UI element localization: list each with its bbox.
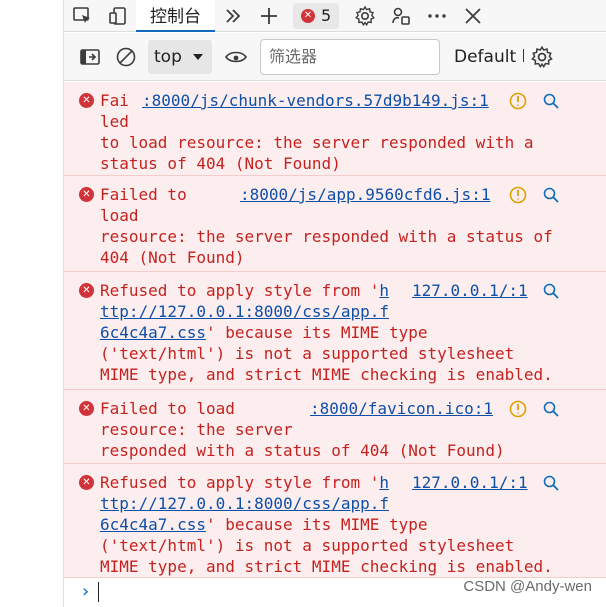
console-error-message: ✕ Refused to apply style from 'h ttp://1… [64,272,606,390]
css-url-link[interactable]: 6c4c4a7.css [100,323,206,342]
error-icon: ✕ [79,187,94,202]
message-text: resource: the server responded with a st… [100,227,553,246]
error-icon: ✕ [79,93,94,108]
search-icon[interactable] [541,473,561,493]
warning-icon[interactable] [508,185,528,205]
console-error-message: ✕ Fai led to load resource: the server r… [64,82,606,176]
message-text: Fai [100,91,129,110]
message-text: Failed to load [100,399,235,418]
message-text: ' because its MIME type [205,323,428,342]
devtools-tabbar: 控制台 ✕ 5 [64,0,606,32]
message-text: ('text/html') is not a supported stylesh… [100,344,515,363]
customize-icon[interactable] [383,0,419,32]
message-text: responded with a status of 404 (Not Foun… [100,441,505,460]
css-url-link[interactable]: h [379,473,389,492]
search-icon[interactable] [541,399,561,419]
more-tabs-icon[interactable] [215,0,251,32]
message-text: MIME type, and strict MIME checking is e… [100,365,553,384]
message-text: Refused to apply style from ' [100,473,380,492]
error-icon: ✕ [79,475,94,490]
console-toolbar: top Default l [64,33,606,81]
message-text: Failed to [100,185,187,204]
message-text: Refused to apply style from ' [100,281,380,300]
inspect-icon[interactable] [64,0,100,32]
error-count-badge[interactable]: ✕ 5 [293,2,340,29]
source-link[interactable]: 127.0.0.1/:1 [412,472,528,493]
search-icon[interactable] [541,91,561,111]
settings-icon[interactable] [347,0,383,32]
warning-icon[interactable] [508,91,528,111]
error-icon: ✕ [79,401,94,416]
console-settings-icon[interactable] [524,41,560,73]
warning-icon[interactable] [508,399,528,419]
text-caret [98,582,99,602]
close-icon[interactable] [455,0,491,32]
message-text: resource: the server [100,420,293,439]
chevron-down-icon [192,47,204,67]
filter-input[interactable] [260,38,440,75]
message-text: MIME type, and strict MIME checking is e… [100,557,553,576]
watermark: CSDN @Andy-wen [463,578,592,595]
console-error-message: ✕ Failed to load resource: the server re… [64,176,606,272]
error-icon: ✕ [79,283,94,298]
source-link[interactable]: 127.0.0.1/:1 [412,280,528,301]
console-output: ✕ Fai led to load resource: the server r… [64,82,606,607]
search-icon[interactable] [541,185,561,205]
sidebar-toggle-icon[interactable] [72,41,108,73]
css-url-link[interactable]: 6c4c4a7.css [100,515,206,534]
add-tab-icon[interactable] [251,0,287,32]
console-error-message: ✕ Refused to apply style from 'h ttp://1… [64,464,606,578]
message-text: ' because its MIME type [205,515,428,534]
message-text: 404 (Not Found) [100,248,245,267]
left-gutter [0,0,64,607]
live-expression-icon[interactable] [218,41,254,73]
source-link[interactable]: :8000/js/app.9560cfd6.js:1 [240,184,490,205]
message-text: ('text/html') is not a supported stylesh… [100,536,515,555]
source-link[interactable]: :8000/js/chunk-vendors.57d9b149.js:1 [142,90,489,111]
console-error-message: ✕ Failed to load resource: the server re… [64,390,606,464]
message-text: to load resource: the server responded w… [100,133,534,152]
css-url-link[interactable]: ttp://127.0.0.1:8000/css/app.f [100,493,389,514]
prompt-chevron-icon: › [82,581,90,602]
message-text: led [100,112,129,131]
log-levels-dropdown[interactable]: Default l [454,47,524,67]
context-select[interactable]: top [148,39,212,74]
tab-console[interactable]: 控制台 [136,0,215,32]
message-text: status of 404 (Not Found) [100,154,341,173]
error-count: 5 [321,6,332,25]
css-url-link[interactable]: h [379,281,389,300]
device-icon[interactable] [100,0,136,32]
source-link[interactable]: :8000/favicon.ico:1 [310,398,493,419]
css-url-link[interactable]: ttp://127.0.0.1:8000/css/app.f [100,301,389,322]
error-icon: ✕ [301,8,315,23]
clear-console-icon[interactable] [108,41,144,73]
context-value: top [154,46,182,67]
message-text: load [100,206,139,225]
search-icon[interactable] [541,281,561,301]
more-icon[interactable] [419,0,455,32]
